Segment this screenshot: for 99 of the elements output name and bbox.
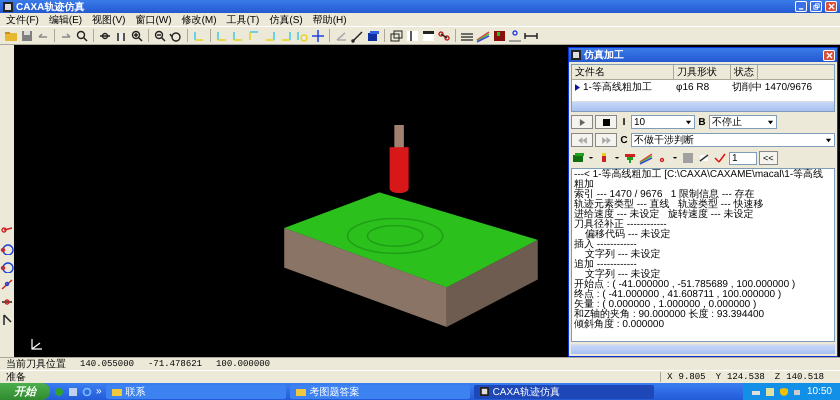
- log-line: 插入 ------------: [574, 240, 637, 250]
- column-header[interactable]: 刀具形状: [674, 65, 731, 79]
- coordinate-value: 100.000000: [216, 359, 270, 369]
- close-button[interactable]: [825, 1, 837, 12]
- minimize-button[interactable]: [795, 1, 807, 12]
- stop-icon: [602, 118, 610, 126]
- app-icon: [480, 387, 489, 396]
- window-icon[interactable]: [68, 386, 78, 396]
- collapse-button[interactable]: <<: [759, 151, 778, 165]
- help-icon[interactable]: [764, 386, 775, 396]
- horizontal-scrollbar[interactable]: [572, 101, 834, 111]
- menu-item[interactable]: 修改(M): [182, 12, 217, 26]
- speed-dropdown[interactable]: 10: [631, 115, 695, 129]
- menu-item[interactable]: 仿真(S): [269, 12, 303, 26]
- info-icon[interactable]: [508, 28, 522, 42]
- dropdown-arrow-icon: [767, 118, 774, 126]
- app-icon: [571, 50, 581, 60]
- taskbar-button[interactable]: CAXA轨迹仿真: [474, 384, 654, 398]
- restore-icon: [812, 3, 820, 10]
- magnifier-icon[interactable]: [75, 28, 89, 42]
- check-label: C: [619, 134, 629, 146]
- taskbar-button[interactable]: 联系: [106, 384, 286, 398]
- folder-icon: [112, 388, 122, 396]
- log-line: 进给速度 --- 未设定 旋转速度 --- 未设定: [574, 210, 754, 220]
- folder-icon: [296, 388, 306, 396]
- log-line: 刀具径补正 ------------: [574, 220, 667, 230]
- log-line: 文字列 --- 未设定: [585, 270, 662, 280]
- log-line: 轨迹元素类型 --- 直线 轨迹类型 --- 快速移: [574, 200, 764, 210]
- log-line: 终点 : ( -41.000000 , 41.608711 , 100.000000 ): [574, 290, 782, 300]
- rewind-icon: [578, 136, 586, 144]
- menu-item[interactable]: 文件(F): [6, 12, 39, 26]
- save-icon[interactable]: [20, 28, 34, 42]
- curve-icon[interactable]: [0, 277, 14, 291]
- rainbow-icon[interactable]: [639, 151, 653, 165]
- log-line: 矢量 : ( 0.000000 , 1.000000 , 0.000000 ): [574, 300, 758, 310]
- column-header[interactable]: 状态: [731, 65, 758, 79]
- taskbar-button[interactable]: 考图题答案: [290, 384, 470, 398]
- log-line: 索引 --- 1470 / 9676 1 限制信息 --- 存在: [574, 190, 755, 200]
- log-line: 和Z轴的夹角 : 90.000000 长度 : 93.394400: [574, 310, 766, 320]
- dropdown-arrow-icon: [685, 118, 692, 126]
- menu-item[interactable]: 窗口(W): [135, 12, 172, 26]
- log-line: 倾斜角度 : 0.000000: [574, 320, 666, 330]
- break-label: B: [697, 116, 707, 128]
- clock: 10:50: [806, 386, 832, 397]
- board-icon[interactable]: [492, 28, 506, 42]
- axis-label: Y: [716, 372, 721, 382]
- menu-item[interactable]: 工具(T): [226, 12, 260, 26]
- close-button[interactable]: [823, 50, 835, 60]
- window-title: CAXA轨迹仿真: [16, 0, 84, 14]
- close-icon: [828, 3, 834, 10]
- close-icon: [826, 52, 832, 58]
- table-cell-text: 切削中 1470/9676: [731, 80, 814, 94]
- cube-icon[interactable]: [366, 28, 380, 42]
- fast-forward-icon: [602, 136, 610, 144]
- play-icon: [578, 118, 586, 126]
- break-mode-dropdown[interactable]: 不停止: [709, 115, 777, 129]
- browser-icon[interactable]: [82, 386, 92, 396]
- dropdown-arrow-icon: [825, 136, 832, 144]
- panel-icon[interactable]: [421, 28, 435, 42]
- dialog-title: 仿真加工: [584, 48, 624, 62]
- axis-label: Z: [774, 372, 780, 382]
- restore-button[interactable]: [810, 1, 822, 12]
- check-mark-icon[interactable]: [713, 151, 727, 165]
- menu-item[interactable]: 视图(V): [92, 12, 126, 26]
- panel-icon[interactable]: [405, 28, 419, 42]
- interference-check-dropdown[interactable]: 不做干涉判断: [631, 133, 835, 147]
- coordinate-value: 140.055000: [80, 359, 134, 369]
- log-line: 开始点 : ( -41.000000 , -51.785689 , 100.000000 ): [574, 280, 796, 290]
- zoom-in-icon[interactable]: [130, 28, 144, 42]
- coordinate-value: -71.478621: [148, 359, 202, 369]
- speed-label: I: [622, 116, 626, 128]
- log-line: 追加 ------------: [574, 260, 637, 270]
- coordinate-value: 124.538: [726, 372, 765, 382]
- tool-position-label: 当前刀具位置: [6, 358, 66, 371]
- cube-outline-icon[interactable]: [389, 28, 403, 42]
- block-icon[interactable]: [571, 151, 585, 165]
- horizontal-scrollbar[interactable]: [571, 344, 835, 354]
- log-line: 文字列 --- 未设定: [585, 250, 662, 260]
- more-button[interactable]: »: [96, 386, 102, 397]
- play-button[interactable]: [571, 115, 593, 129]
- status-message: 准备: [6, 370, 26, 384]
- funnel-icon[interactable]: [623, 151, 637, 165]
- menu-item[interactable]: 编辑(E): [48, 12, 82, 26]
- menu-item[interactable]: 帮助(H): [312, 12, 347, 26]
- step-field[interactable]: 1: [729, 152, 757, 164]
- rainbow-icon[interactable]: [476, 28, 490, 42]
- table-cell-text: φ16 R8: [675, 80, 710, 94]
- axis-label: X: [667, 372, 673, 382]
- app-icon: [3, 2, 13, 12]
- current-row-icon: [575, 84, 580, 90]
- column-header[interactable]: 文件名: [572, 65, 674, 79]
- log-line: 偏移代码 --- 未设定: [585, 230, 672, 240]
- table-cell: 1-等高线粗加工: [572, 80, 673, 94]
- line-icon[interactable]: [350, 28, 364, 42]
- zoom-out-icon[interactable]: [153, 28, 167, 42]
- stop-button[interactable]: [595, 115, 617, 129]
- coordinate-value: 140.518: [786, 372, 824, 382]
- coordinate-value: 9.805: [678, 372, 706, 382]
- link-icon[interactable]: [437, 28, 451, 42]
